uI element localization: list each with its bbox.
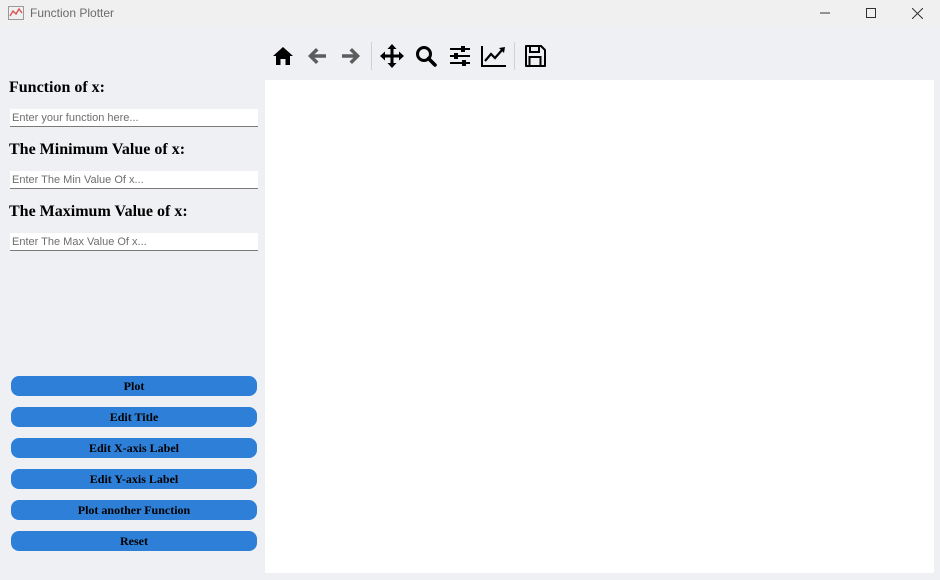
toolbar-separator: [371, 42, 372, 70]
pan-icon: [380, 44, 404, 68]
configure-subplots-icon: [450, 46, 470, 66]
plot-button[interactable]: Plot: [11, 376, 257, 396]
maximize-icon: [866, 8, 876, 18]
forward-button[interactable]: [334, 39, 368, 73]
plot-toolbar: [266, 38, 552, 74]
save-button[interactable]: [518, 39, 552, 73]
reset-button[interactable]: Reset: [11, 531, 257, 551]
edit-y-axis-label-button[interactable]: Edit Y-axis Label: [11, 469, 257, 489]
close-icon: [911, 7, 923, 19]
toolbar-separator: [514, 42, 515, 70]
app-window: Function Plotter Function of x: Enter yo…: [0, 0, 940, 580]
max-value-label: The Maximum Value of x:: [9, 203, 188, 220]
back-button[interactable]: [300, 39, 334, 73]
edit-title-button[interactable]: Edit Title: [11, 407, 257, 427]
home-icon: [273, 47, 293, 65]
zoom-icon: [416, 46, 437, 67]
chart-app-icon: [8, 6, 24, 20]
edit-x-axis-label-button[interactable]: Edit X-axis Label: [11, 438, 257, 458]
close-button[interactable]: [894, 0, 940, 26]
pan-button[interactable]: [375, 39, 409, 73]
minimize-icon: [820, 12, 830, 14]
title-bar: Function Plotter: [0, 0, 940, 26]
min-value-input[interactable]: [10, 171, 258, 189]
zoom-button[interactable]: [409, 39, 443, 73]
window-title: Function Plotter: [30, 6, 115, 20]
window-controls: [802, 0, 940, 26]
control-panel: Function of x: The Minimum Value of x: T…: [0, 76, 264, 576]
configure-subplots-button[interactable]: [443, 39, 477, 73]
minimize-button[interactable]: [802, 0, 848, 26]
plot-another-function-button[interactable]: Plot another Function: [11, 500, 257, 520]
plot-canvas[interactable]: [265, 80, 934, 573]
edit-axes-icon: [481, 46, 506, 67]
forward-arrow-icon: [342, 48, 360, 64]
maximize-button[interactable]: [848, 0, 894, 26]
max-value-input[interactable]: [10, 233, 258, 251]
function-label: Function of x:: [9, 79, 105, 96]
home-button[interactable]: [266, 39, 300, 73]
edit-axes-button[interactable]: [477, 39, 511, 73]
function-input[interactable]: [10, 109, 258, 127]
save-icon: [525, 45, 546, 67]
min-value-label: The Minimum Value of x:: [9, 141, 186, 158]
back-arrow-icon: [308, 48, 326, 64]
